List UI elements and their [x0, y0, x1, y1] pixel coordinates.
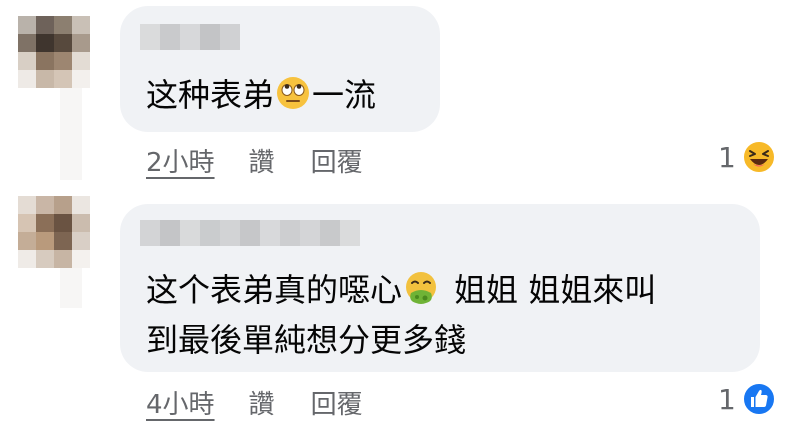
like-button[interactable]: 讚 — [249, 384, 275, 421]
like-reaction-icon — [741, 382, 776, 416]
comment-text: 这种表弟 一流 — [146, 76, 377, 114]
haha-reaction-icon — [741, 140, 776, 174]
avatar-thread-line — [60, 88, 82, 180]
nauseated-face-icon — [406, 272, 437, 304]
reply-button[interactable]: 回覆 — [311, 142, 363, 179]
reply-button[interactable]: 回覆 — [311, 384, 363, 421]
reaction-count: 1 — [718, 140, 736, 174]
like-button[interactable]: 讚 — [249, 142, 275, 179]
reaction-summary[interactable]: 1 — [718, 382, 776, 416]
avatar-thread-line — [60, 268, 82, 308]
comment-actions: 2小時 讚 回覆 — [146, 142, 399, 179]
comment-text-line: 这个表弟真的噁心 姐姐 姐姐來叫 — [146, 271, 657, 309]
avatar[interactable] — [18, 196, 90, 268]
author-name-blurred[interactable] — [140, 24, 240, 50]
comment-timestamp[interactable]: 2小時 — [146, 142, 215, 179]
reaction-summary[interactable]: 1 — [718, 140, 776, 174]
eye-roll-face-icon — [277, 77, 310, 109]
comment-timestamp[interactable]: 4小時 — [146, 384, 215, 421]
comment-text-line: 到最後單純想分更多錢 — [146, 321, 467, 359]
comment-actions: 4小時 讚 回覆 — [146, 384, 399, 421]
reaction-count: 1 — [718, 382, 736, 416]
avatar[interactable] — [18, 16, 90, 88]
author-name-blurred[interactable] — [140, 220, 360, 246]
